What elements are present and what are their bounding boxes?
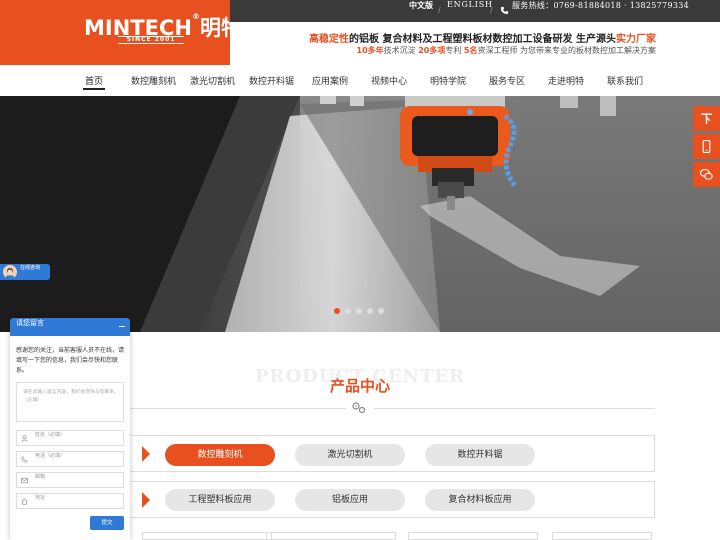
online-consult-label: 在线咨询: [20, 265, 41, 271]
logo[interactable]: MINTECH®明特 SINCE 2001: [0, 0, 242, 65]
logo-since: SINCE 2001: [118, 36, 184, 44]
lang-chinese-link[interactable]: 中文版: [409, 0, 433, 22]
address-placeholder: 地址: [35, 495, 46, 501]
home-icon: [21, 498, 28, 505]
name-field[interactable]: 姓名（必填）: [16, 430, 124, 446]
lang-separator: /: [438, 6, 441, 15]
message-panel: 请您留言 感谢您的关注，当前客服人员不在线，请填写一下您的信息，我们会尽快和您联…: [10, 318, 130, 540]
message-panel-title: 请您留言: [16, 319, 44, 327]
email-field[interactable]: 邮箱: [16, 472, 124, 488]
phone-icon: [21, 456, 28, 463]
nav-academy[interactable]: 明特学院: [430, 74, 466, 87]
back-to-top-button[interactable]: [693, 106, 720, 131]
minimize-icon[interactable]: [119, 326, 125, 327]
product-card[interactable]: [552, 532, 652, 540]
product-card[interactable]: [142, 532, 272, 540]
mobile-phone-icon: [702, 140, 711, 153]
tab-plastic-board[interactable]: 工程塑料板应用: [165, 489, 275, 511]
hotline: 服务热线：0769-81884018 · 13825779334: [512, 1, 689, 10]
gears-icon: [352, 402, 366, 414]
banner-dot[interactable]: [345, 308, 351, 314]
wechat-button[interactable]: [693, 162, 720, 187]
product-card[interactable]: [266, 532, 396, 540]
nav-about[interactable]: 走进明特: [548, 74, 584, 87]
email-placeholder: 邮箱: [35, 474, 46, 480]
phone-field[interactable]: 电话（必填）: [16, 451, 124, 467]
tab-panel-saw[interactable]: 数控开料锯: [425, 444, 535, 466]
nav-active-indicator: [83, 88, 105, 90]
nav-cnc-router[interactable]: 数控雕刻机: [131, 74, 176, 87]
banner-dot[interactable]: [367, 308, 373, 314]
nav-home[interactable]: 首页: [85, 74, 103, 87]
message-placeholder: 请在此输入留言内容，我们会尽快与您联系。（必填）: [23, 390, 119, 403]
tab-aluminum-board[interactable]: 铝板应用: [295, 489, 405, 511]
message-intro: 感谢您的关注，当前客服人员不在线，请填写一下您的信息，我们会尽快和您联系。: [16, 347, 125, 374]
phone-placeholder: 电话（必填）: [35, 453, 66, 459]
nav-laser-cutter[interactable]: 激光切割机: [190, 74, 235, 87]
banner-dot[interactable]: [334, 308, 340, 314]
slogan-line-2: 10多年技术沉淀 20多项专利 5名资深工程师 为您带来专业的板材数控加工解决方…: [356, 46, 657, 55]
slogan-line-1: 高稳定性的铝板 复合材料及工程塑料板材数控加工设备研发 生产源头实力厂家: [309, 34, 656, 45]
page: MINTECH®明特 SINCE 2001 中文版 / ENGLISH / 服务…: [0, 0, 720, 540]
nav-contact[interactable]: 联系我们: [607, 74, 643, 87]
lang-separator-2: /: [490, 6, 493, 15]
message-textarea[interactable]: 请在此输入留言内容，我们会尽快与您联系。（必填）: [16, 382, 124, 422]
address-field[interactable]: 地址: [16, 493, 124, 509]
banner-dot[interactable]: [378, 308, 384, 314]
phone-icon: [500, 6, 509, 15]
submit-button[interactable]: 提交: [90, 516, 124, 530]
cnc-machine-photo: [0, 96, 720, 332]
message-panel-header: 请您留言: [10, 318, 130, 336]
row-arrow-icon: [142, 446, 150, 462]
nav-cases[interactable]: 应用案例: [312, 74, 348, 87]
nav-service[interactable]: 服务专区: [489, 74, 525, 87]
product-card[interactable]: [408, 532, 538, 540]
user-icon: [21, 435, 28, 442]
banner-dot[interactable]: [356, 308, 362, 314]
tab-laser-cutter[interactable]: 激光切割机: [295, 444, 405, 466]
name-placeholder: 姓名（必填）: [35, 432, 66, 438]
wechat-icon: [700, 168, 713, 180]
top-icon: [701, 113, 712, 124]
nav-videos[interactable]: 视频中心: [371, 74, 407, 87]
agent-avatar: [3, 265, 17, 279]
tab-composite-board[interactable]: 复合材料板应用: [425, 489, 535, 511]
phone-button[interactable]: [693, 134, 720, 159]
nav-panel-saw[interactable]: 数控开料锯: [249, 74, 294, 87]
tab-cnc-router[interactable]: 数控雕刻机: [165, 444, 275, 466]
mail-icon: [21, 477, 28, 484]
online-consult-button[interactable]: 在线咨询: [0, 264, 50, 280]
hero-banner[interactable]: [0, 96, 720, 332]
row-arrow-icon: [142, 492, 150, 508]
section-divider-right: [374, 408, 655, 409]
lang-english-link[interactable]: ENGLISH: [447, 0, 493, 22]
